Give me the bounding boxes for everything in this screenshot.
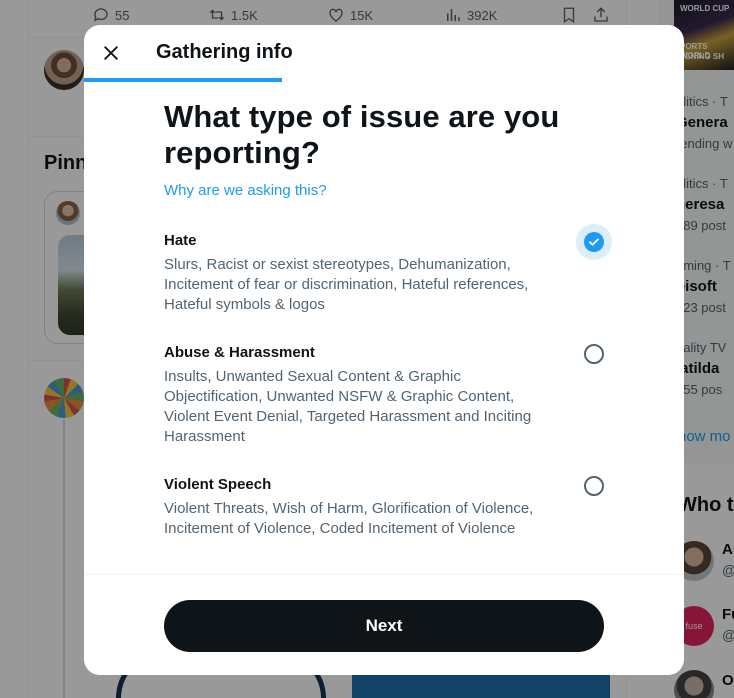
radio-ring bbox=[584, 476, 604, 496]
check-icon bbox=[584, 232, 604, 252]
option-hate[interactable]: Hate Slurs, Racist or sexist stereotypes… bbox=[164, 224, 612, 315]
dialog-footer: Next bbox=[84, 574, 684, 675]
close-icon bbox=[104, 46, 118, 60]
radio-ring bbox=[584, 344, 604, 364]
close-button[interactable] bbox=[94, 36, 128, 70]
progress-bar bbox=[84, 78, 684, 82]
option-abuse-harassment[interactable]: Abuse & Harassment Insults, Unwanted Sex… bbox=[164, 343, 604, 447]
radio-button[interactable] bbox=[576, 468, 612, 504]
option-violent-speech[interactable]: Violent Speech Violent Threats, Wish of … bbox=[164, 475, 604, 539]
radio-button[interactable] bbox=[576, 336, 612, 372]
option-title: Abuse & Harassment bbox=[164, 344, 315, 361]
page-title: What type of issue are you reporting? bbox=[164, 99, 560, 170]
dialog-header: Gathering info bbox=[84, 25, 684, 82]
report-dialog: Gathering info What type of issue are yo… bbox=[84, 25, 684, 675]
option-description: Violent Threats, Wish of Harm, Glorifica… bbox=[164, 500, 534, 537]
progress-fill bbox=[84, 78, 282, 82]
next-button[interactable]: Next bbox=[164, 600, 604, 652]
option-title: Hate bbox=[164, 232, 197, 249]
option-description: Slurs, Racist or sexist stereotypes, Deh… bbox=[164, 256, 529, 313]
dialog-title: Gathering info bbox=[156, 41, 293, 63]
radio-selected[interactable] bbox=[576, 224, 612, 260]
why-asking-link[interactable]: Why are we asking this? bbox=[164, 182, 327, 199]
dialog-content: What type of issue are you reporting? Wh… bbox=[164, 99, 604, 200]
option-title: Violent Speech bbox=[164, 476, 272, 493]
option-description: Insults, Unwanted Sexual Content & Graph… bbox=[164, 368, 532, 445]
